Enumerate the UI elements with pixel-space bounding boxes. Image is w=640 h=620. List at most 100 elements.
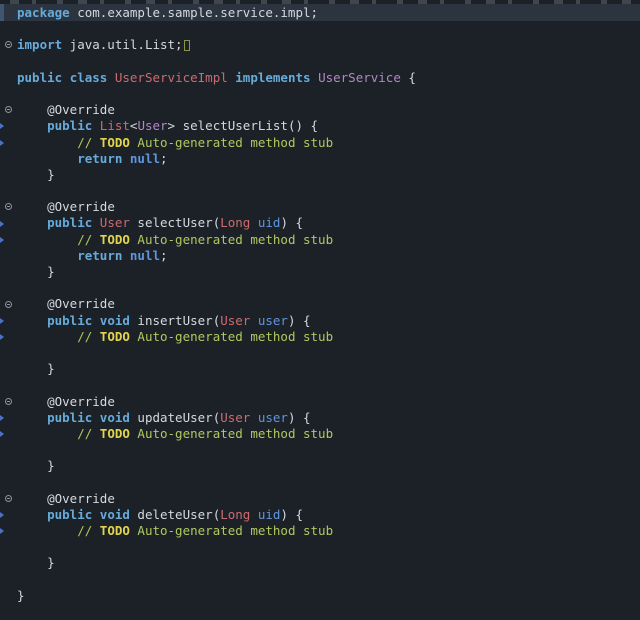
code-line[interactable]: @Override <box>0 102 640 118</box>
code-token[interactable]: Auto-generated method stub <box>130 232 333 247</box>
code-token[interactable]: User <box>220 313 250 328</box>
code-token[interactable]: Auto-generated method stub <box>130 329 333 344</box>
code-token[interactable]: TODO <box>100 426 130 441</box>
code-token[interactable]: Long <box>220 507 250 522</box>
code-token[interactable]: class <box>70 70 108 85</box>
code-line[interactable] <box>0 183 640 199</box>
code-token[interactable]: import <box>17 37 62 52</box>
code-line[interactable]: package com.example.sample.service.impl; <box>0 5 640 21</box>
code-token[interactable]: } <box>17 361 55 376</box>
code-token[interactable]: com.example.sample.service.impl; <box>70 5 318 20</box>
code-token[interactable] <box>311 70 319 85</box>
code-line[interactable]: } <box>0 264 640 280</box>
code-line[interactable]: } <box>0 167 640 183</box>
code-line[interactable]: return null; <box>0 151 640 167</box>
code-token[interactable] <box>62 70 70 85</box>
code-token[interactable]: null <box>130 151 160 166</box>
code-token[interactable]: User <box>100 215 130 230</box>
code-token[interactable] <box>122 248 130 263</box>
fold-collapse-icon[interactable] <box>5 300 12 308</box>
code-token[interactable] <box>92 410 100 425</box>
code-token[interactable]: ; <box>160 248 168 263</box>
code-token[interactable]: public <box>47 410 92 425</box>
code-token[interactable] <box>17 102 47 117</box>
code-token[interactable] <box>107 70 115 85</box>
code-token[interactable]: // <box>17 329 100 344</box>
code-token[interactable]: List <box>100 118 130 133</box>
code-line[interactable]: } <box>0 555 640 571</box>
code-token[interactable]: TODO <box>100 329 130 344</box>
code-token[interactable] <box>122 151 130 166</box>
code-line[interactable]: public List<User> selectUserList() { <box>0 118 640 134</box>
code-token[interactable]: } <box>17 458 55 473</box>
code-line[interactable] <box>0 474 640 490</box>
code-line[interactable]: @Override <box>0 296 640 312</box>
code-token[interactable]: return <box>77 151 122 166</box>
code-token[interactable]: user <box>258 410 288 425</box>
code-line[interactable] <box>0 54 640 70</box>
code-token[interactable]: UserServiceImpl <box>115 70 228 85</box>
code-token[interactable]: ) { <box>280 215 303 230</box>
code-line[interactable] <box>0 280 640 296</box>
code-line[interactable]: // TODO Auto-generated method stub <box>0 329 640 345</box>
code-token[interactable] <box>17 410 47 425</box>
code-token[interactable]: void <box>100 313 130 328</box>
code-token[interactable] <box>17 313 47 328</box>
code-token[interactable] <box>92 313 100 328</box>
code-line[interactable] <box>0 572 640 588</box>
code-token[interactable] <box>17 507 47 522</box>
code-token[interactable]: selectUser( <box>130 215 220 230</box>
code-line[interactable]: // TODO Auto-generated method stub <box>0 523 640 539</box>
fold-collapse-icon[interactable] <box>5 397 12 405</box>
code-token[interactable]: > selectUserList() { <box>168 118 319 133</box>
code-token[interactable] <box>250 507 258 522</box>
code-line[interactable]: public void deleteUser(Long uid) { <box>0 507 640 523</box>
code-token[interactable]: { <box>401 70 416 85</box>
code-line[interactable]: @Override <box>0 199 640 215</box>
code-token[interactable]: public <box>47 118 92 133</box>
code-token[interactable]: implements <box>235 70 310 85</box>
code-token[interactable]: // <box>17 426 100 441</box>
code-token[interactable]: ) { <box>288 410 311 425</box>
code-token[interactable] <box>17 296 47 311</box>
code-token[interactable]: TODO <box>100 232 130 247</box>
code-line[interactable]: // TODO Auto-generated method stub <box>0 232 640 248</box>
code-token[interactable] <box>92 215 100 230</box>
code-token[interactable]: @Override <box>47 491 115 506</box>
code-token[interactable]: Auto-generated method stub <box>130 135 333 150</box>
code-line[interactable]: return null; <box>0 248 640 264</box>
code-line[interactable]: import java.util.List; <box>0 37 640 53</box>
code-line[interactable]: // TODO Auto-generated method stub <box>0 135 640 151</box>
code-token[interactable]: uid <box>258 507 281 522</box>
code-line[interactable]: @Override <box>0 491 640 507</box>
code-token[interactable]: UserService <box>318 70 401 85</box>
code-token[interactable]: User <box>220 410 250 425</box>
code-token[interactable] <box>17 151 77 166</box>
code-token[interactable]: public <box>47 215 92 230</box>
code-token[interactable]: java.util.List; <box>62 37 183 52</box>
code-token[interactable]: @Override <box>47 102 115 117</box>
code-token[interactable]: updateUser( <box>130 410 220 425</box>
code-token[interactable]: void <box>100 410 130 425</box>
code-line[interactable]: @Override <box>0 394 640 410</box>
code-line[interactable]: public void insertUser(User user) { <box>0 313 640 329</box>
code-token[interactable]: package <box>17 5 70 20</box>
code-token[interactable]: TODO <box>100 135 130 150</box>
code-token[interactable]: @Override <box>47 394 115 409</box>
code-line[interactable]: } <box>0 588 640 604</box>
code-token[interactable]: } <box>17 555 55 570</box>
code-token[interactable]: Long <box>220 215 250 230</box>
code-line[interactable] <box>0 21 640 37</box>
code-token[interactable]: ; <box>160 151 168 166</box>
code-line[interactable]: public class UserServiceImpl implements … <box>0 70 640 86</box>
code-token[interactable]: public <box>47 507 92 522</box>
code-token[interactable]: public <box>47 313 92 328</box>
code-token[interactable]: // <box>17 135 100 150</box>
code-token[interactable] <box>17 118 47 133</box>
code-token[interactable]: // <box>17 523 100 538</box>
fold-collapse-icon[interactable] <box>5 495 12 502</box>
code-line[interactable]: // TODO Auto-generated method stub <box>0 426 640 442</box>
code-token[interactable] <box>17 394 47 409</box>
code-line[interactable]: public User selectUser(Long uid) { <box>0 215 640 231</box>
code-token[interactable]: @Override <box>47 296 115 311</box>
